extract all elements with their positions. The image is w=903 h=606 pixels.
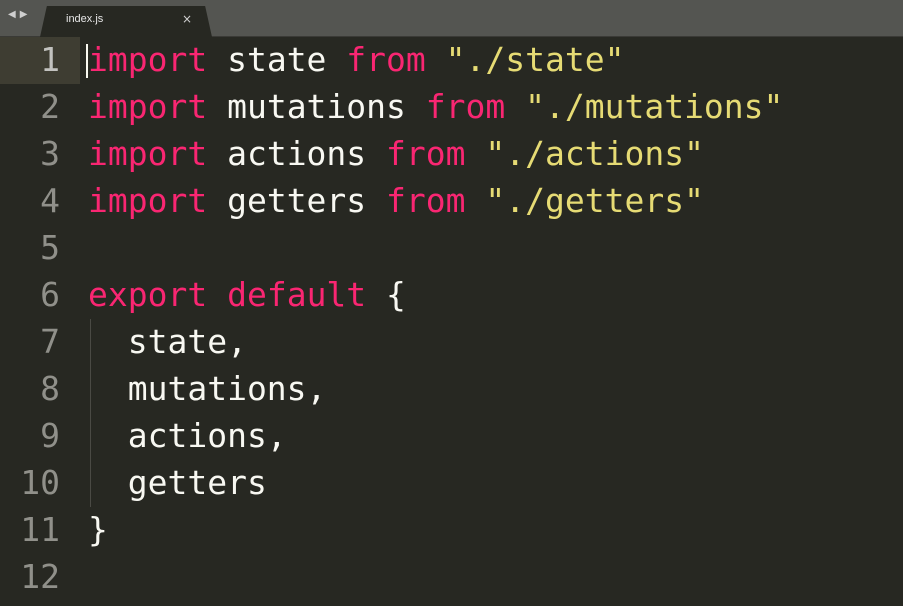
text-token: actions [207, 134, 387, 173]
line-number: 2 [40, 87, 60, 126]
text-token: actions, [88, 416, 287, 455]
keyword-token: default [227, 275, 367, 314]
indent-guide [90, 319, 91, 507]
code-editor[interactable]: 1 import state from "./state" 2 import muta… [0, 37, 903, 606]
tab-index-js[interactable]: index.js × [40, 6, 212, 37]
code-line[interactable]: 8 mutations, [0, 366, 903, 413]
code-line[interactable]: 3 import actions from "./actions" [0, 131, 903, 178]
text-token: mutations, [88, 369, 327, 408]
code-text: export default { [88, 275, 406, 315]
code-text: import getters from "./getters" [88, 181, 704, 221]
back-arrow-icon[interactable]: ◀ [8, 9, 16, 20]
line-number: 3 [40, 134, 60, 173]
keyword-token: import [88, 87, 208, 126]
text-token: state [207, 40, 347, 79]
text-token: { [366, 275, 406, 314]
text-token: mutations [207, 87, 426, 126]
line-number: 6 [40, 275, 60, 314]
text-token: state, [88, 322, 247, 361]
code-text: actions, [88, 416, 287, 456]
text-token: } [88, 510, 108, 549]
code-text: getters [88, 463, 267, 503]
code-line[interactable]: 7 state, [0, 319, 903, 366]
code-text: state, [88, 322, 247, 362]
tab-label: index.js [66, 13, 104, 25]
line-number: 5 [40, 228, 60, 267]
text-token: getters [207, 181, 387, 220]
keyword-token: import [88, 134, 208, 173]
code-text: import mutations from "./mutations" [88, 87, 783, 127]
line-number: 7 [40, 322, 60, 361]
tab-bar: ◀ ▶ index.js × [0, 0, 903, 37]
code-text: } [88, 510, 108, 550]
code-text: mutations, [88, 369, 327, 409]
code-line[interactable]: 6 export default { [0, 272, 903, 319]
text-cursor [86, 44, 88, 78]
forward-arrow-icon[interactable]: ▶ [20, 9, 28, 20]
code-line[interactable]: 5 [0, 225, 903, 272]
keyword-token: export [88, 275, 208, 314]
string-token: "./getters" [485, 181, 704, 220]
keyword-token: from [386, 134, 466, 173]
tab-navigation: ◀ ▶ [8, 9, 27, 20]
code-line[interactable]: 1 import state from "./state" [0, 37, 903, 84]
string-token: "./state" [445, 40, 625, 79]
line-number: 4 [40, 181, 60, 220]
line-number: 1 [40, 40, 60, 79]
line-number: 11 [20, 510, 60, 549]
code-line[interactable]: 12 [0, 554, 903, 601]
code-text: import state from "./state" [88, 40, 624, 80]
line-number: 9 [40, 416, 60, 455]
string-token: "./mutations" [525, 87, 784, 126]
code-line[interactable]: 9 actions, [0, 413, 903, 460]
keyword-token: from [346, 40, 426, 79]
code-line[interactable]: 4 import getters from "./getters" [0, 178, 903, 225]
code-text: import actions from "./actions" [88, 134, 704, 174]
string-token: "./actions" [485, 134, 704, 173]
line-number: 10 [20, 463, 60, 502]
code-line[interactable]: 2 import mutations from "./mutations" [0, 84, 903, 131]
text-token: getters [88, 463, 267, 502]
keyword-token: import [88, 181, 208, 220]
code-line[interactable]: 11} [0, 507, 903, 554]
code-line[interactable]: 10 getters [0, 460, 903, 507]
keyword-token: from [386, 181, 466, 220]
editor-window: ◀ ▶ index.js × 1 import state from "./sta… [0, 0, 903, 606]
close-icon[interactable]: × [182, 12, 192, 26]
line-number: 12 [20, 557, 60, 596]
keyword-token: from [425, 87, 506, 126]
keyword-token: import [88, 40, 208, 79]
line-number: 8 [40, 369, 60, 408]
